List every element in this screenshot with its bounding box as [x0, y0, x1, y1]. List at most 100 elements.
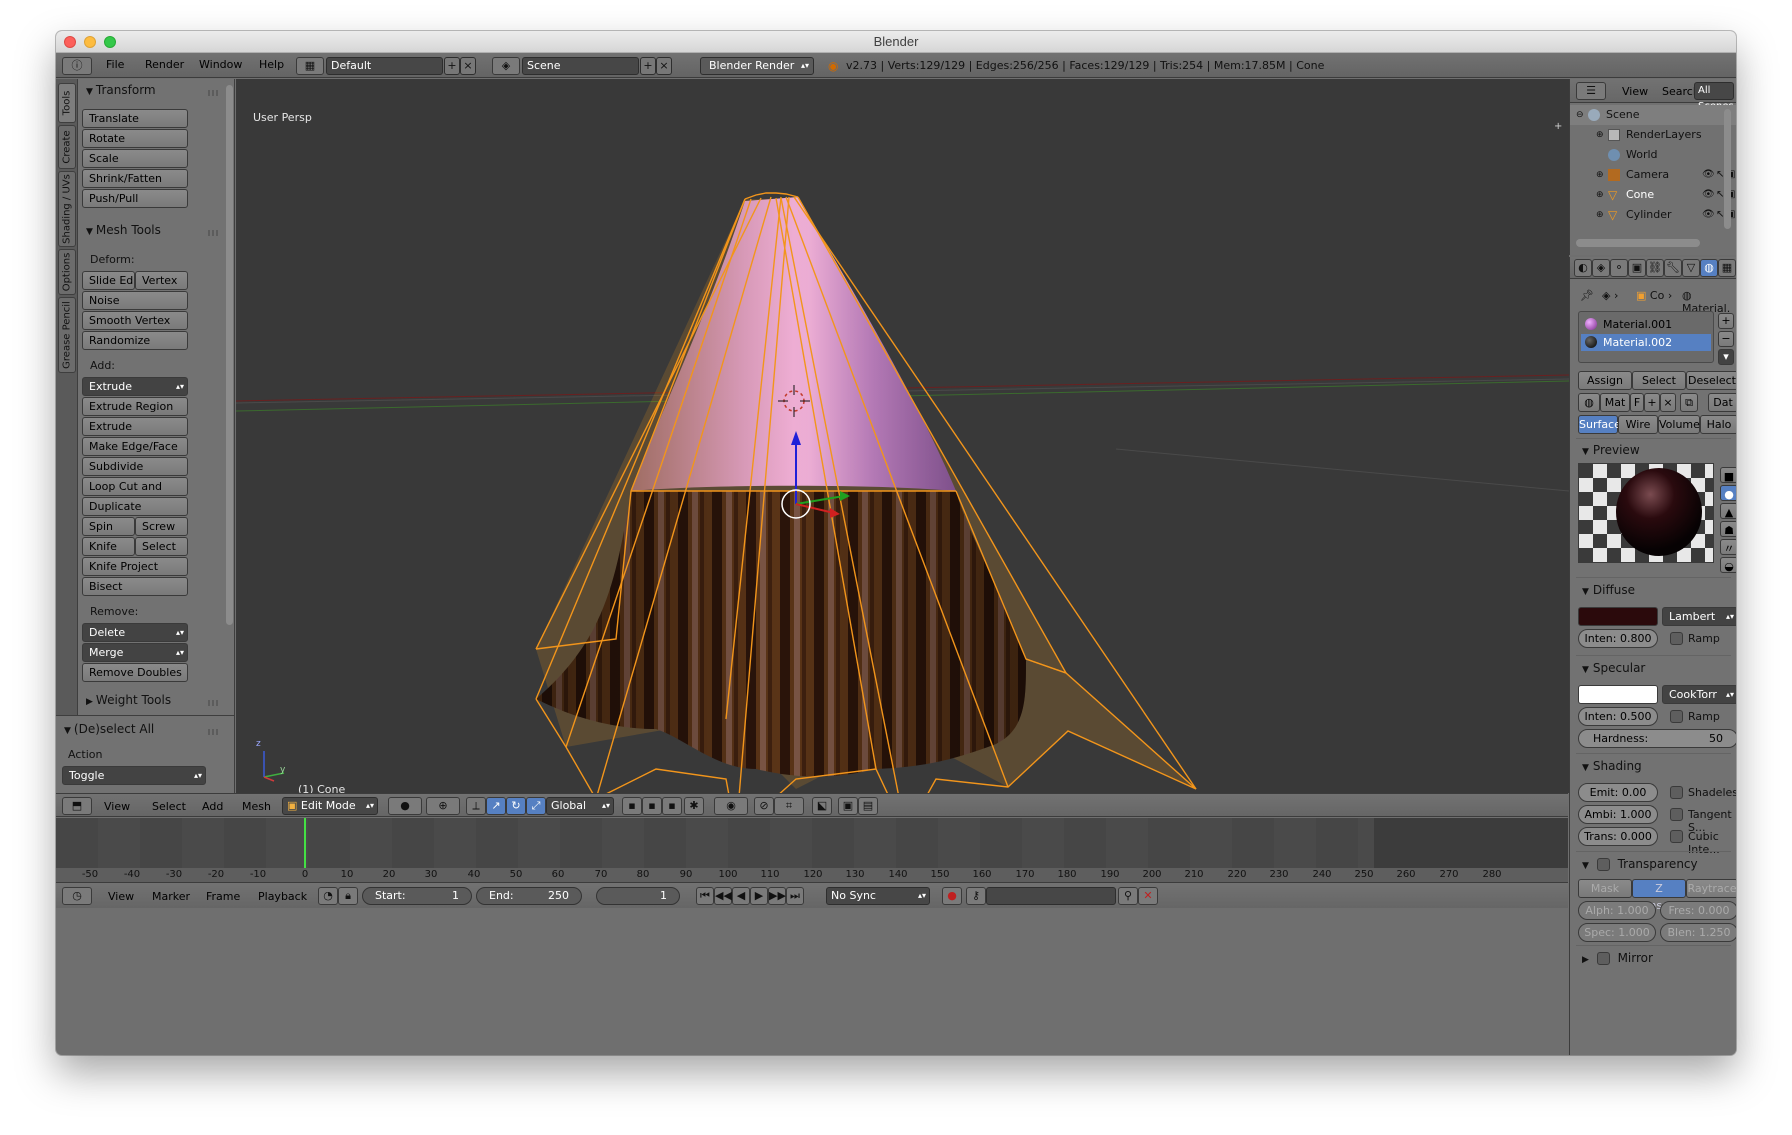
action-select[interactable]: Toggle ▴▾ — [62, 766, 206, 785]
add-layout-icon[interactable]: + — [444, 57, 460, 75]
manipulator-toggle-icon[interactable]: ⟂ — [466, 797, 486, 815]
record-icon[interactable]: ● — [942, 887, 962, 905]
shading-panel-header[interactable]: ▼ Shading — [1582, 759, 1642, 773]
timeline[interactable]: -50 -40 -30 -20 -10 0 10 20 30 40 50 60 … — [56, 818, 1568, 882]
screen-layout-field[interactable]: Default — [326, 57, 443, 75]
specular-ramp-checkbox[interactable] — [1670, 710, 1683, 723]
expand-toggle-icon[interactable]: ⊕ — [1596, 185, 1604, 205]
panel-grip-icon[interactable] — [208, 700, 220, 706]
jump-start-icon[interactable]: ⏮ — [696, 887, 714, 905]
diffuse-panel-header[interactable]: ▼ Diffuse — [1582, 583, 1635, 597]
transparency-mask-tab[interactable]: Mask — [1578, 879, 1632, 898]
transparency-panel-header[interactable]: ▼ Transparency — [1582, 857, 1698, 871]
remove-doubles-button[interactable]: Remove Doubles — [82, 663, 188, 682]
toolshelf-scrollbar[interactable] — [226, 85, 233, 625]
mode-select[interactable]: ▣ Edit Mode ▴▾ — [282, 797, 378, 815]
fresnel-field[interactable]: Fres: 0.000 — [1660, 901, 1736, 920]
link-data-icon[interactable]: ⧉ — [1680, 393, 1698, 412]
outliner-item-renderlayers[interactable]: ⊕ RenderLayers — [1570, 125, 1736, 145]
rotate-button[interactable]: Rotate — [82, 129, 188, 148]
preview-panel-header[interactable]: ▼ Preview — [1582, 443, 1640, 457]
expand-toggle-icon[interactable]: ⊕ — [1596, 165, 1604, 185]
diffuse-color-swatch[interactable] — [1578, 607, 1658, 626]
loop-cut-slide-button[interactable]: Loop Cut and Slide — [82, 477, 188, 510]
slide-edge-button[interactable]: Slide Ed — [82, 271, 135, 290]
pivot-point-icon[interactable]: ⊕ — [426, 797, 460, 815]
tab-create[interactable]: Create — [58, 125, 76, 169]
translate-button[interactable]: Translate — [82, 109, 188, 128]
extrude-menu[interactable]: Extrude ▴▾ — [82, 377, 188, 396]
preview-cube-icon[interactable]: ▲ — [1720, 503, 1736, 519]
fake-user-button[interactable]: F — [1630, 393, 1644, 412]
keying-set-field[interactable] — [986, 887, 1116, 905]
menu-view[interactable]: View — [1622, 85, 1648, 98]
jump-keyframe-forward-icon[interactable]: ▶▶ — [768, 887, 786, 905]
play-icon[interactable]: ▶ — [750, 887, 768, 905]
diffuse-intensity-slider[interactable]: Inten: 0.800 — [1578, 629, 1658, 648]
subdivide-button[interactable]: Subdivide — [82, 457, 188, 476]
tab-tools[interactable]: Tools — [58, 83, 76, 123]
panel-grip-icon[interactable] — [208, 729, 220, 735]
knife-button[interactable]: Knife — [82, 537, 135, 556]
snap-element-icon[interactable]: ⌗ — [774, 797, 804, 815]
transform-panel-header[interactable]: ▼ Transform — [86, 83, 156, 97]
tab-shading-uvs[interactable]: Shading / UVs — [58, 171, 76, 247]
mesh-tools-panel-header[interactable]: ▼ Mesh Tools — [86, 223, 161, 237]
add-material-slot-icon[interactable]: + — [1718, 313, 1734, 329]
emit-field[interactable]: Emit: 0.00 — [1578, 783, 1658, 802]
tab-surface[interactable]: Surface — [1578, 415, 1621, 434]
current-frame-line[interactable] — [304, 818, 306, 868]
editor-type-info-icon[interactable]: ⓘ — [62, 57, 92, 75]
weight-tools-panel-header[interactable]: ▶ Weight Tools — [86, 693, 171, 707]
jump-keyframe-back-icon[interactable]: ◀◀ — [714, 887, 732, 905]
new-material-icon[interactable]: + — [1644, 393, 1660, 412]
ambient-field[interactable]: Ambi: 1.000 — [1578, 805, 1658, 824]
specular-shader-select[interactable]: CookTorr ▴▾ — [1662, 685, 1736, 704]
pin-icon[interactable]: 📌︎ — [1580, 289, 1594, 302]
uv-editing-icon[interactable]: ⬕ — [812, 797, 832, 815]
transparency-ztransp-tab[interactable]: Z Transpa... — [1632, 879, 1686, 912]
merge-menu[interactable]: Merge ▴▾ — [82, 643, 188, 662]
layer-icon[interactable]: ▪ — [622, 797, 642, 815]
menu-view[interactable]: View — [108, 890, 134, 903]
visibility-eye-icon[interactable]: 👁︎ — [1702, 185, 1715, 205]
knife-select-button[interactable]: Select — [135, 537, 188, 556]
duplicate-button[interactable]: Duplicate — [82, 497, 188, 516]
render-engine-select[interactable]: Blender Render ▴▾ — [700, 57, 814, 75]
menu-add[interactable]: Add — [202, 800, 223, 813]
menu-file[interactable]: File — [106, 58, 124, 71]
material-specials-icon[interactable]: ▾ — [1718, 349, 1734, 365]
tab-halo[interactable]: Halo — [1700, 415, 1736, 434]
current-frame-field[interactable]: 1 — [596, 887, 680, 905]
expand-toggle-icon[interactable]: ⊕ — [1596, 125, 1604, 145]
preview-sky-icon[interactable]: ◒ — [1720, 557, 1736, 573]
tab-grease-pencil[interactable]: Grease Pencil — [58, 297, 76, 373]
start-frame-field[interactable]: Start: 1 — [362, 887, 472, 905]
unlink-material-icon[interactable]: × — [1660, 393, 1676, 412]
minimize-window-button[interactable] — [84, 36, 96, 48]
diffuse-ramp-checkbox[interactable] — [1670, 632, 1683, 645]
play-reverse-icon[interactable]: ◀ — [732, 887, 750, 905]
remove-layout-icon[interactable]: × — [460, 57, 476, 75]
3d-viewport[interactable]: + User Persp (1) Cone z y — [236, 79, 1569, 793]
layer-icon[interactable]: ▪ — [662, 797, 682, 815]
preview-sphere-icon[interactable]: ● — [1720, 485, 1736, 501]
material-name-field[interactable]: Mat — [1600, 393, 1630, 412]
knife-project-button[interactable]: Knife Project — [82, 557, 188, 576]
orientation-select[interactable]: Global ▴▾ — [546, 797, 614, 815]
outliner-item-cone[interactable]: ⊕ ▽ Cone 👁︎ ↖ ▣ — [1570, 185, 1736, 205]
panel-grip-icon[interactable] — [208, 230, 220, 236]
specular-color-swatch[interactable] — [1578, 685, 1658, 704]
material-slot-item[interactable]: Material.001 — [1581, 316, 1711, 333]
link-data-select[interactable]: Dat — [1708, 393, 1736, 412]
add-scene-icon[interactable]: + — [640, 57, 656, 75]
screw-button[interactable]: Screw — [135, 517, 188, 536]
modifiers-context-icon[interactable]: 🔧︎ — [1664, 259, 1682, 277]
material-slot-item-selected[interactable]: Material.002 — [1581, 334, 1711, 351]
hardness-field[interactable]: Hardness: 50 — [1578, 729, 1736, 748]
tab-volume[interactable]: Volume — [1658, 415, 1700, 434]
scale-button[interactable]: Scale — [82, 149, 188, 168]
material-context-icon[interactable]: ◍ — [1700, 259, 1718, 277]
jump-end-icon[interactable]: ⏭ — [786, 887, 804, 905]
translate-manipulator-icon[interactable]: ↗ — [486, 797, 506, 815]
